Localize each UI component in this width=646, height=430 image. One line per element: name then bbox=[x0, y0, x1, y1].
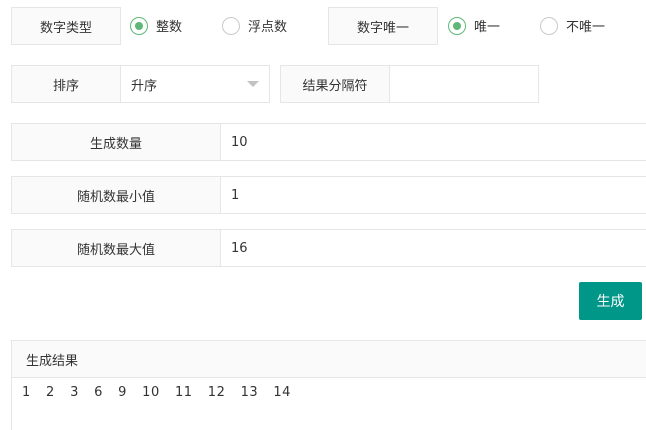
radio-integer[interactable]: 整数 bbox=[130, 16, 182, 35]
radio-float-label: 浮点数 bbox=[248, 20, 288, 35]
max-label: 随机数最大值 bbox=[11, 229, 221, 267]
sort-select-value: 升序 bbox=[131, 78, 158, 94]
result-title: 生成结果 bbox=[26, 353, 79, 369]
radio-checked-icon bbox=[130, 16, 148, 35]
radio-unique[interactable]: 唯一 bbox=[448, 16, 500, 35]
sort-label: 排序 bbox=[11, 65, 121, 103]
count-label: 生成数量 bbox=[11, 123, 221, 161]
result-output: 1 2 3 6 9 10 11 12 13 14 bbox=[11, 377, 646, 430]
generate-button[interactable]: 生成 bbox=[579, 282, 642, 320]
radio-not-unique[interactable]: 不唯一 bbox=[540, 16, 605, 35]
generate-button-label: 生成 bbox=[596, 294, 625, 310]
radio-integer-label: 整数 bbox=[156, 20, 183, 35]
sort-label-text: 排序 bbox=[52, 78, 79, 94]
separator-label-text: 结果分隔符 bbox=[302, 78, 368, 94]
max-input-value: 16 bbox=[231, 240, 248, 256]
radio-unique-label: 唯一 bbox=[474, 20, 501, 35]
max-label-text: 随机数最大值 bbox=[76, 242, 155, 258]
min-input-value: 1 bbox=[231, 187, 240, 203]
number-type-label: 数字类型 bbox=[11, 7, 121, 45]
radio-not-unique-label: 不唯一 bbox=[566, 20, 606, 35]
result-text: 1 2 3 6 9 10 11 12 13 14 bbox=[22, 385, 291, 400]
min-input[interactable]: 1 bbox=[220, 176, 646, 214]
count-input-value: 10 bbox=[231, 134, 248, 150]
separator-label: 结果分隔符 bbox=[280, 65, 390, 103]
count-label-text: 生成数量 bbox=[89, 136, 142, 152]
result-header: 生成结果 bbox=[11, 340, 646, 378]
radio-checked-icon bbox=[448, 16, 466, 35]
sort-select[interactable]: 升序 bbox=[121, 65, 270, 103]
radio-float[interactable]: 浮点数 bbox=[222, 16, 287, 35]
count-input[interactable]: 10 bbox=[220, 123, 646, 161]
separator-input[interactable] bbox=[389, 65, 539, 103]
min-label-text: 随机数最小值 bbox=[76, 189, 155, 205]
chevron-down-icon bbox=[247, 81, 259, 87]
number-type-label-text: 数字类型 bbox=[39, 20, 92, 36]
min-label: 随机数最小值 bbox=[11, 176, 221, 214]
radio-unchecked-icon bbox=[222, 16, 240, 35]
unique-label-text: 数字唯一 bbox=[356, 20, 409, 36]
unique-label: 数字唯一 bbox=[328, 7, 438, 45]
radio-unchecked-icon bbox=[540, 16, 558, 35]
max-input[interactable]: 16 bbox=[220, 229, 646, 267]
